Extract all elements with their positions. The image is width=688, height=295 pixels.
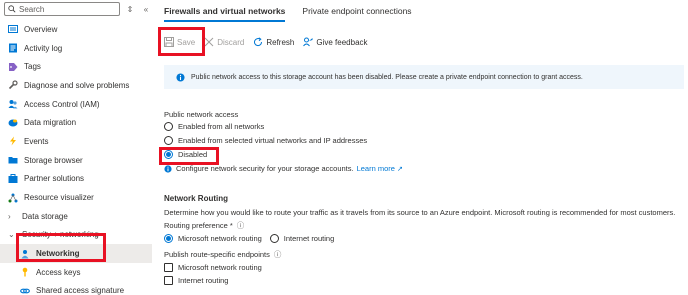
external-link-icon: ↗ <box>396 165 403 173</box>
publish-endpoints-label: Publish route-specific endpoints <box>164 250 270 259</box>
feedback-icon <box>303 37 313 47</box>
sidebar-item-label: Partner solutions <box>24 174 85 184</box>
wrench-icon <box>8 80 18 90</box>
people-icon <box>8 99 18 109</box>
sidebar-item-label: Overview <box>24 24 58 34</box>
refresh-icon <box>254 37 263 47</box>
sidebar-item-label: Tags <box>24 62 41 72</box>
sidebar-item-label: Resource visualizer <box>24 193 94 203</box>
sidebar-item-label: Access Control (IAM) <box>24 99 100 109</box>
sidebar-item-data-migration[interactable]: Data migration <box>0 113 152 132</box>
radio-enabled-selected[interactable]: Enabled from selected virtual networks a… <box>164 136 403 145</box>
search-input[interactable] <box>19 4 115 14</box>
radio-internet-routing[interactable]: Internet routing <box>269 234 335 243</box>
sidebar-item-label: Storage browser <box>24 155 83 165</box>
radio-button[interactable] <box>164 136 173 145</box>
collapse-menu-icon[interactable]: « <box>140 3 152 15</box>
search-box[interactable] <box>4 2 120 16</box>
sidebar-item-label: Data migration <box>24 118 77 128</box>
sidebar-item-overview[interactable]: Overview <box>0 20 152 39</box>
sidebar-item-label: Access keys <box>36 267 81 277</box>
sidebar-item-sas[interactable]: Shared access signature <box>0 282 152 295</box>
sidebar-item-label: Activity log <box>24 43 63 53</box>
checkbox-label: Microsoft network routing <box>178 263 262 272</box>
refresh-label: Refresh <box>266 37 295 47</box>
radio-button-selected[interactable] <box>164 234 173 243</box>
learn-more-link[interactable]: Learn more <box>357 164 395 173</box>
tag-icon <box>8 62 18 72</box>
sidebar-group-data-storage[interactable]: › Data storage <box>0 207 152 226</box>
refresh-button[interactable]: Refresh <box>253 37 294 47</box>
routing-preference-label: Routing preference * <box>164 221 233 230</box>
radio-label: Enabled from all networks <box>178 122 265 131</box>
public-access-label: Public network access <box>164 110 239 119</box>
checkbox-label: Internet routing <box>178 276 229 285</box>
radio-label: Internet routing <box>283 234 335 243</box>
main-content: Firewalls and virtual networks Private e… <box>158 0 688 295</box>
publish-endpoints-label-row: Publish route-specific endpoints ⓘ <box>164 249 675 260</box>
checkbox[interactable] <box>164 276 173 285</box>
radio-label: Enabled from selected virtual networks a… <box>178 136 368 145</box>
info-icon <box>176 72 185 82</box>
info-banner: Public network access to this storage ac… <box>164 65 684 89</box>
discard-label: Discard <box>217 37 245 47</box>
sidebar-item-storage-browser[interactable]: Storage browser <box>0 151 152 170</box>
radio-microsoft-routing[interactable]: Microsoft network routing <box>164 234 262 243</box>
checkbox[interactable] <box>164 263 173 272</box>
disabled-highlight-box <box>159 147 219 165</box>
give-feedback-button[interactable]: Give feedback <box>303 37 368 47</box>
search-icon <box>8 5 16 13</box>
sidebar-item-activity-log[interactable]: Activity log <box>0 39 152 58</box>
resource-menu: ⇕ « Overview Activity log Tags Diagnose … <box>0 0 152 295</box>
info-icon <box>164 164 172 173</box>
sidebar-item-tags[interactable]: Tags <box>0 57 152 76</box>
partner-icon <box>8 173 18 184</box>
routing-section: Network Routing Determine how you would … <box>164 194 675 285</box>
sort-icon[interactable]: ⇕ <box>124 3 136 15</box>
overview-icon <box>8 24 18 34</box>
radio-button[interactable] <box>164 122 173 131</box>
sidebar-item-label: Data storage <box>22 211 68 221</box>
sidebar-item-partner-solutions[interactable]: Partner solutions <box>0 170 152 189</box>
networking-highlight-box <box>16 233 106 262</box>
link-icon <box>20 286 30 295</box>
chevron-right-icon: › <box>8 211 11 221</box>
save-highlight-box <box>158 27 205 56</box>
checkbox-microsoft-routing[interactable]: Microsoft network routing <box>164 263 675 272</box>
info-circle-icon[interactable]: ⓘ <box>274 249 282 260</box>
sidebar-item-label: Shared access signature <box>36 286 125 295</box>
radio-button[interactable] <box>269 234 279 243</box>
lightning-icon <box>8 136 18 146</box>
sidebar-item-diagnose[interactable]: Diagnose and solve problems <box>0 76 152 95</box>
data-migration-icon <box>8 118 18 128</box>
sidebar-item-label: Events <box>24 136 49 146</box>
discard-button[interactable]: Discard <box>204 37 244 47</box>
radio-enabled-all[interactable]: Enabled from all networks <box>164 122 403 131</box>
checkbox-internet-routing[interactable]: Internet routing <box>164 276 675 285</box>
radio-label: Microsoft network routing <box>178 234 262 243</box>
visualizer-icon <box>8 193 18 203</box>
sidebar-item-events[interactable]: Events <box>0 132 152 151</box>
routing-description: Determine how you would like to route yo… <box>164 208 676 217</box>
tab-bar: Firewalls and virtual networks Private e… <box>164 6 429 22</box>
search-row: ⇕ « <box>4 2 152 16</box>
network-security-hint: Configure network security for your stor… <box>164 164 403 173</box>
banner-text: Public network access to this storage ac… <box>191 73 583 81</box>
tab-private-endpoints[interactable]: Private endpoint connections <box>302 6 411 22</box>
info-circle-icon[interactable]: ⓘ <box>237 220 245 231</box>
sidebar-item-iam[interactable]: Access Control (IAM) <box>0 95 152 114</box>
routing-heading: Network Routing <box>164 194 228 203</box>
activity-log-icon <box>8 43 18 53</box>
hint-text: Configure network security for your stor… <box>176 164 354 173</box>
tab-firewalls[interactable]: Firewalls and virtual networks <box>164 6 286 22</box>
sidebar-item-label: Diagnose and solve problems <box>24 80 130 90</box>
feedback-label: Give feedback <box>316 37 368 47</box>
key-icon <box>20 267 30 277</box>
routing-preference-label-row: Routing preference * ⓘ <box>164 220 675 231</box>
sidebar-item-access-keys[interactable]: Access keys <box>0 263 152 282</box>
sidebar-item-resource-visualizer[interactable]: Resource visualizer <box>0 188 152 207</box>
close-icon <box>204 37 214 47</box>
routing-preference-options: Microsoft network routing Internet routi… <box>164 234 675 243</box>
folder-icon <box>8 155 18 165</box>
